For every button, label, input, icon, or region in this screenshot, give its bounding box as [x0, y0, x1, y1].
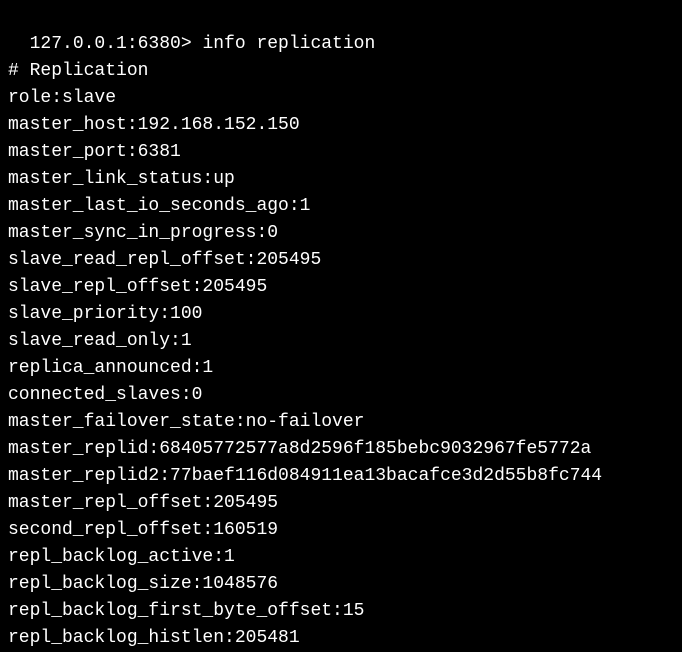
output-line: slave_read_only:1	[8, 328, 674, 355]
output-line: master_port:6381	[8, 139, 674, 166]
prompt: 127.0.0.1:6380>	[30, 34, 203, 54]
output-line: slave_priority:100	[8, 301, 674, 328]
output-line: master_host:192.168.152.150	[8, 112, 674, 139]
output-line: master_repl_offset:205495	[8, 490, 674, 517]
output-line: master_failover_state:no-failover	[8, 409, 674, 436]
output-line: repl_backlog_first_byte_offset:15	[8, 598, 674, 625]
output-line: slave_repl_offset:205495	[8, 274, 674, 301]
output-line: repl_backlog_active:1	[8, 544, 674, 571]
command-input: info replication	[202, 34, 375, 54]
output-line: master_replid:68405772577a8d2596f185bebc…	[8, 436, 674, 463]
output-line: connected_slaves:0	[8, 382, 674, 409]
output-line: master_replid2:77baef116d084911ea13bacaf…	[8, 463, 674, 490]
output-header: # Replication	[8, 58, 674, 85]
command-line[interactable]: 127.0.0.1:6380> info replication	[8, 4, 674, 58]
output-line: role:slave	[8, 85, 674, 112]
output-line: second_repl_offset:160519	[8, 517, 674, 544]
output-line: repl_backlog_histlen:205481	[8, 625, 674, 652]
output-line: repl_backlog_size:1048576	[8, 571, 674, 598]
output-line: slave_read_repl_offset:205495	[8, 247, 674, 274]
output-line: master_link_status:up	[8, 166, 674, 193]
output-line: master_last_io_seconds_ago:1	[8, 193, 674, 220]
output-line: replica_announced:1	[8, 355, 674, 382]
output-line: master_sync_in_progress:0	[8, 220, 674, 247]
